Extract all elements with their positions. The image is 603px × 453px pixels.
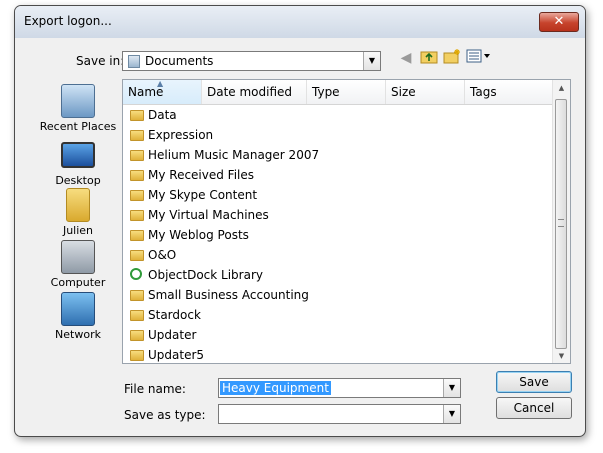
- computer-icon: [61, 240, 95, 274]
- new-folder-icon[interactable]: [442, 48, 462, 68]
- column-size[interactable]: Size: [386, 80, 465, 104]
- column-header: ▲ Name Date modified Type Size Tags: [123, 80, 554, 105]
- up-folder-icon[interactable]: [419, 48, 439, 68]
- place-label: Network: [55, 328, 101, 341]
- folder-icon: [130, 330, 144, 341]
- column-name[interactable]: ▲ Name: [123, 80, 202, 104]
- column-type[interactable]: Type: [307, 80, 386, 104]
- file-name-label: File name:: [124, 382, 186, 396]
- file-list[interactable]: ▲ Name Date modified Type Size Tags Data: [122, 79, 571, 364]
- cancel-button[interactable]: Cancel: [496, 397, 572, 419]
- save-in-label: Save in:: [76, 54, 125, 68]
- file-name-field[interactable]: Heavy Equipment ▼: [218, 378, 461, 398]
- place-label: Desktop: [55, 174, 101, 187]
- place-label: Julien: [62, 224, 94, 237]
- save-in-dropdown[interactable]: Documents ▼: [122, 51, 381, 71]
- save-button[interactable]: Save: [496, 371, 572, 393]
- list-item[interactable]: Small Business Accounting: [128, 285, 309, 305]
- save-as-type-label: Save as type:: [124, 408, 206, 422]
- folder-icon: [130, 130, 144, 141]
- folder-icon: [130, 190, 144, 201]
- folder-icon: [130, 170, 144, 181]
- save-in-value: Documents: [145, 54, 214, 68]
- place-label: Computer: [50, 276, 106, 289]
- place-recent-places[interactable]: Recent Places: [29, 84, 127, 133]
- place-julien[interactable]: Julien: [29, 188, 127, 237]
- title-bar[interactable]: Export logon... ✕: [15, 6, 585, 38]
- network-icon: [61, 292, 95, 326]
- list-item[interactable]: Updater5: [128, 345, 204, 363]
- objectdock-icon: [130, 268, 142, 280]
- chevron-down-icon[interactable]: ▼: [443, 405, 460, 423]
- list-item[interactable]: O&O: [128, 245, 176, 265]
- list-item[interactable]: My Skype Content: [128, 185, 257, 205]
- list-item[interactable]: Updater: [128, 325, 196, 345]
- folder-icon: [130, 290, 144, 301]
- scroll-up-icon[interactable]: ▲: [553, 84, 570, 92]
- list-item[interactable]: ObjectDock Library: [128, 265, 263, 285]
- list-item[interactable]: My Weblog Posts: [128, 225, 249, 245]
- file-name-value: Heavy Equipment: [220, 381, 331, 395]
- back-icon[interactable]: ◀: [396, 48, 416, 68]
- vertical-scrollbar[interactable]: ▲ ▼: [552, 80, 570, 363]
- column-date-modified[interactable]: Date modified: [202, 80, 307, 104]
- documents-icon: [128, 55, 140, 68]
- close-button[interactable]: ✕: [539, 12, 579, 32]
- list-item[interactable]: Data: [128, 105, 177, 125]
- views-menu-icon[interactable]: [465, 48, 493, 68]
- list-item[interactable]: My Received Files: [128, 165, 254, 185]
- list-item[interactable]: Stardock: [128, 305, 201, 325]
- folder-icon: [130, 150, 144, 161]
- export-dialog: Export logon... ✕ Save in: Documents ▼ ◀…: [14, 5, 586, 437]
- folder-icon: [130, 350, 144, 361]
- chevron-down-icon[interactable]: ▼: [363, 52, 380, 70]
- user-folder-icon: [66, 188, 90, 222]
- recent-places-icon: [61, 84, 95, 118]
- list-item[interactable]: Helium Music Manager 2007: [128, 145, 319, 165]
- window-title: Export logon...: [24, 14, 112, 28]
- sort-ascending-icon: ▲: [157, 79, 164, 88]
- column-tags[interactable]: Tags: [465, 80, 554, 104]
- folder-icon: [130, 310, 144, 321]
- chevron-down-icon[interactable]: ▼: [443, 379, 460, 397]
- save-as-type-dropdown[interactable]: ▼: [218, 404, 461, 424]
- place-computer[interactable]: Computer: [29, 240, 127, 289]
- desktop-icon: [61, 142, 95, 168]
- folder-icon: [130, 250, 144, 261]
- scrollbar-thumb[interactable]: [555, 99, 567, 349]
- place-label: Recent Places: [39, 120, 117, 133]
- place-desktop[interactable]: Desktop: [29, 136, 127, 187]
- folder-icon: [130, 110, 144, 121]
- scroll-down-icon[interactable]: ▼: [553, 352, 570, 360]
- dialog-body: Save in: Documents ▼ ◀ Recent Places Des…: [22, 38, 578, 429]
- place-network[interactable]: Network: [29, 292, 127, 341]
- list-item[interactable]: My Virtual Machines: [128, 205, 269, 225]
- list-item[interactable]: Expression: [128, 125, 213, 145]
- places-bar: Recent Places Desktop Julien Computer Ne…: [29, 84, 127, 414]
- folder-icon: [130, 230, 144, 241]
- folder-icon: [130, 210, 144, 221]
